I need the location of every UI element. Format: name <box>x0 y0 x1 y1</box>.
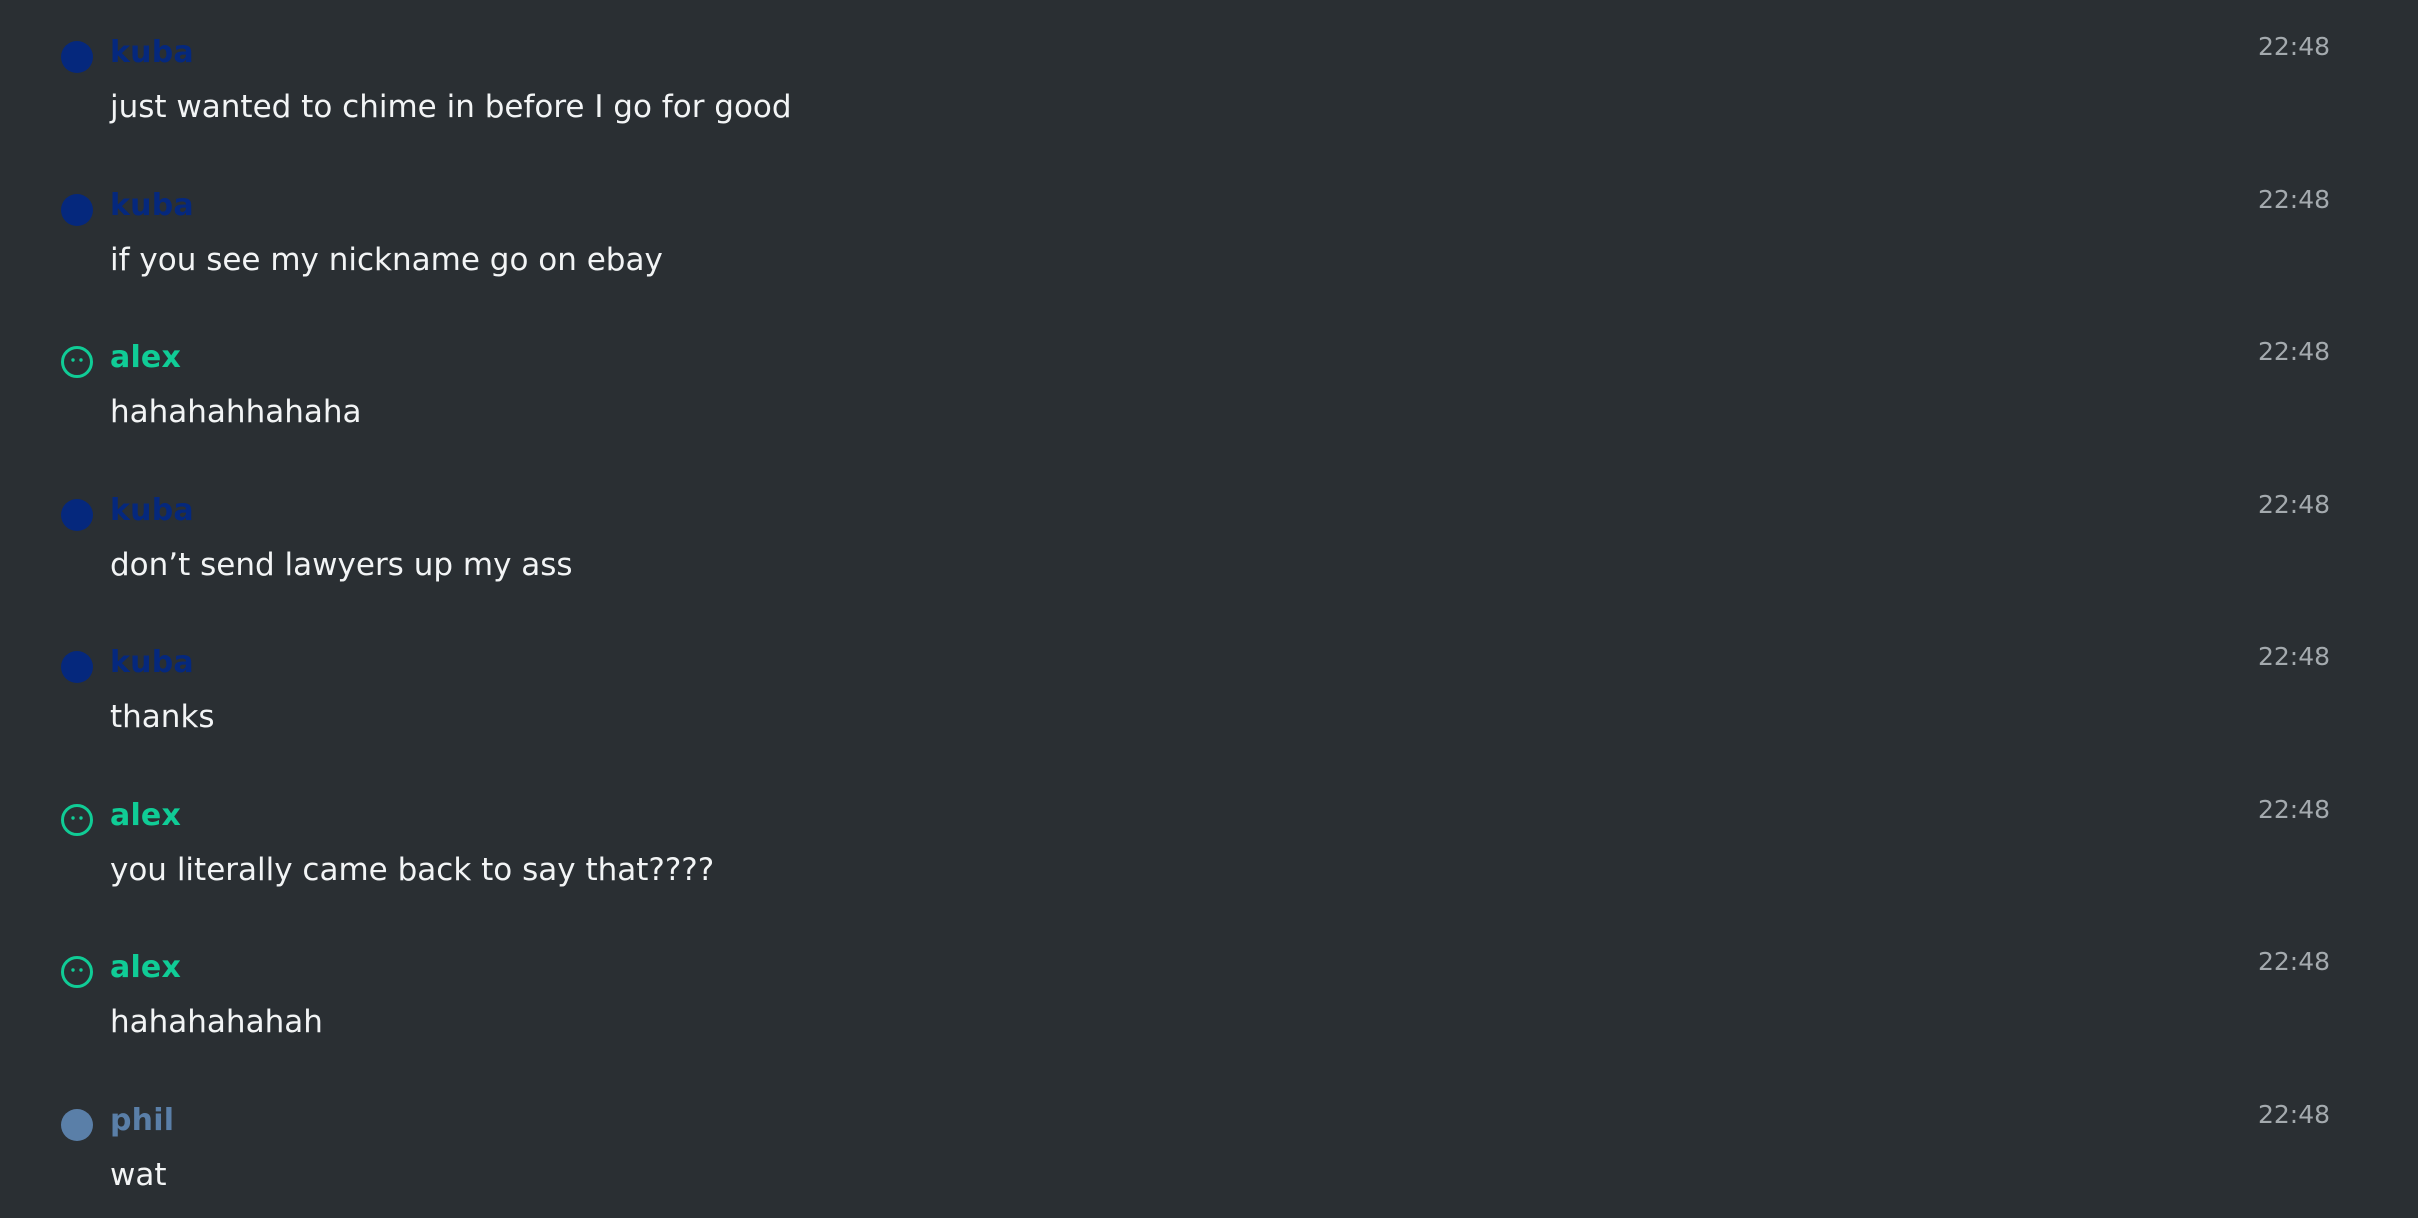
message-text: thanks <box>110 699 215 735</box>
message-text: hahahahhahaha <box>110 394 362 430</box>
message-text: just wanted to chime in before I go for … <box>110 89 792 125</box>
avatar-smiley-icon <box>61 956 93 988</box>
message-username[interactable]: kuba <box>110 187 194 225</box>
message-timestamp: 22:48 <box>2257 795 2330 824</box>
message-username[interactable]: alex <box>110 339 181 377</box>
avatar-icon <box>61 41 93 73</box>
message-username[interactable]: kuba <box>110 34 194 72</box>
message-timestamp: 22:48 <box>2257 947 2330 976</box>
message-timestamp: 22:48 <box>2257 490 2330 519</box>
message-text: don’t send lawyers up my ass <box>110 547 573 583</box>
avatar-icon <box>61 651 93 683</box>
message-username[interactable]: kuba <box>110 492 194 530</box>
message-timestamp: 22:48 <box>2257 1100 2330 1129</box>
message-timestamp: 22:48 <box>2257 185 2330 214</box>
message-row: alex 22:48 hahahahhahaha <box>0 305 2418 457</box>
message-row: kuba 22:48 just wanted to chime in before … <box>0 0 2418 152</box>
message-row: alex 22:48 you literally came back to say … <box>0 763 2418 915</box>
avatar-smiley-icon <box>61 346 93 378</box>
message-timestamp: 22:48 <box>2257 337 2330 366</box>
message-row: kuba 22:48 if you see my nickname go on eb… <box>0 153 2418 305</box>
message-row: kuba 22:48 thanks <box>0 610 2418 762</box>
message-timestamp: 22:48 <box>2257 32 2330 61</box>
message-row: kuba 22:48 don’t send lawyers up my ass <box>0 458 2418 610</box>
message-timestamp: 22:48 <box>2257 642 2330 671</box>
message-row: phil 22:48 wat <box>0 1068 2418 1218</box>
message-username[interactable]: alex <box>110 949 181 987</box>
message-username[interactable]: kuba <box>110 644 194 682</box>
message-text: hahahahahah <box>110 1004 323 1040</box>
message-row: alex 22:48 hahahahahah <box>0 915 2418 1067</box>
chat-log: kuba 22:48 just wanted to chime in before … <box>0 0 2418 1218</box>
message-text: if you see my nickname go on ebay <box>110 242 663 278</box>
avatar-icon <box>61 1109 93 1141</box>
message-username[interactable]: phil <box>110 1102 174 1140</box>
avatar-icon <box>61 499 93 531</box>
avatar-icon <box>61 194 93 226</box>
message-username[interactable]: alex <box>110 797 181 835</box>
message-text: you literally came back to say that???? <box>110 852 715 888</box>
message-text: wat <box>110 1157 167 1193</box>
avatar-smiley-icon <box>61 804 93 836</box>
